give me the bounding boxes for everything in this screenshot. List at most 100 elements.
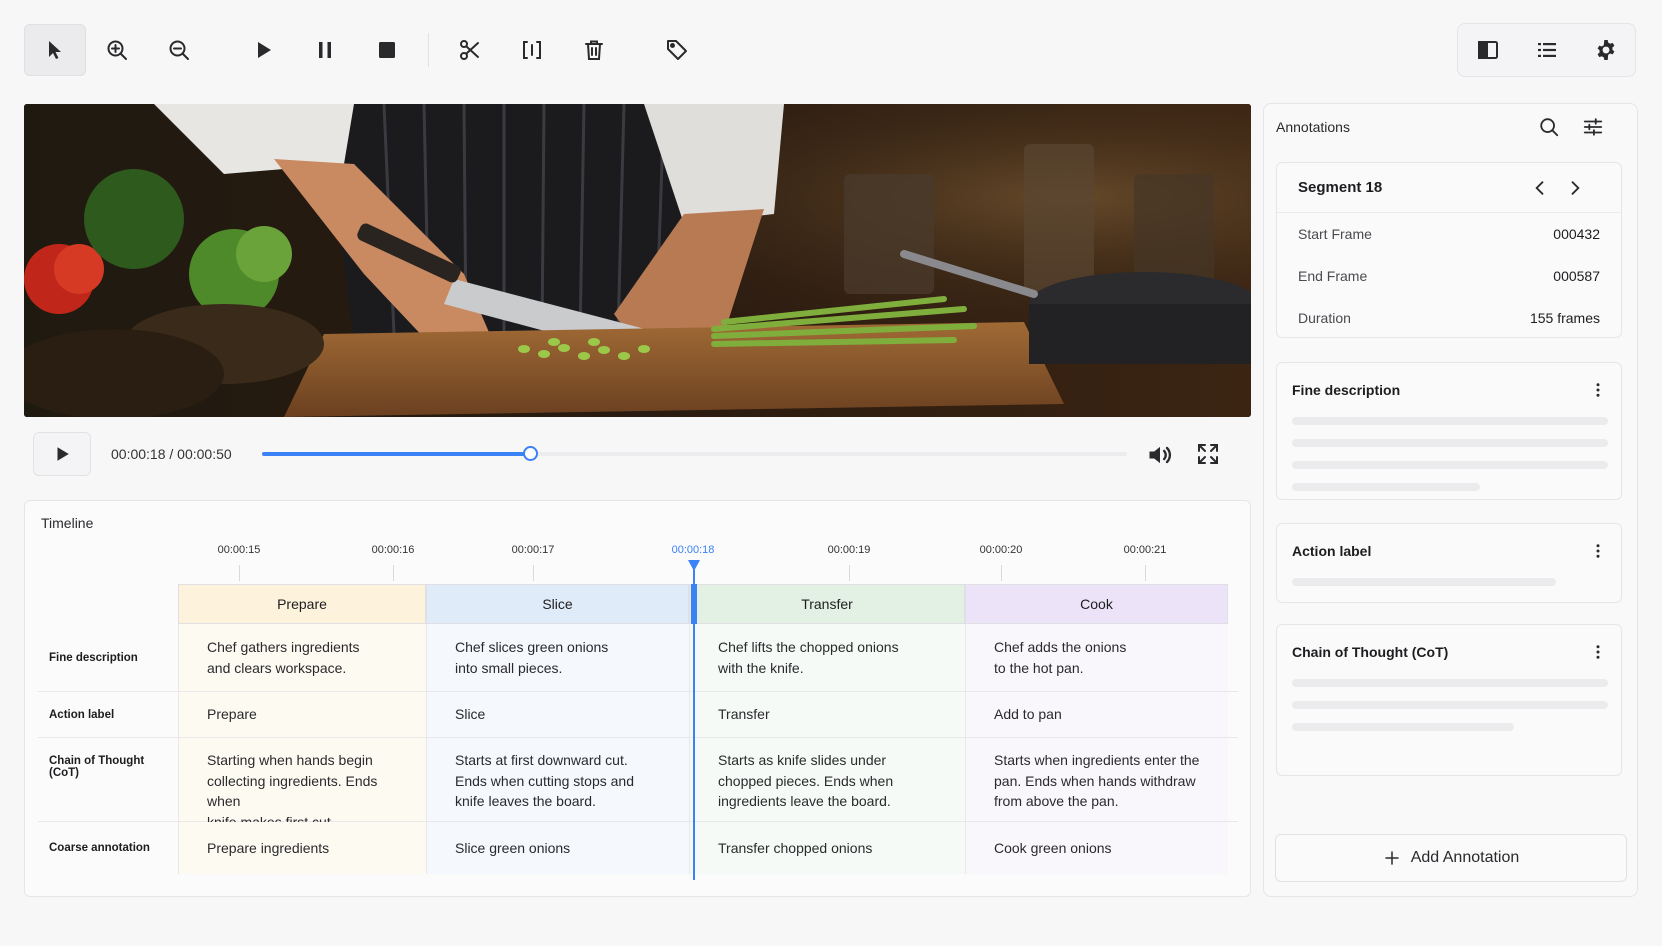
fine-description-card[interactable]: Fine description	[1276, 362, 1622, 500]
annotation-cell[interactable]: Cook green onions	[965, 822, 1228, 874]
annotation-row: Coarse annotation Prepare ingredients Slic…	[38, 822, 1238, 874]
field-value: 000432	[1553, 226, 1600, 242]
annotations-title: Annotations	[1276, 119, 1350, 135]
chevron-right-icon[interactable]	[1565, 178, 1585, 198]
annotation-cell[interactable]: Transfer	[689, 692, 965, 737]
play-button[interactable]	[33, 432, 91, 476]
annotation-cell[interactable]: Slice	[426, 692, 689, 737]
segment-block-cook[interactable]: Cook	[965, 584, 1228, 624]
annotation-row: Fine description Chef gathers ingredients…	[38, 624, 1238, 692]
filter-sliders-icon[interactable]	[1582, 116, 1604, 138]
toggle-panel-button[interactable]	[1462, 24, 1514, 76]
annotation-cell[interactable]: Starting when hands begin collecting ing…	[178, 738, 426, 830]
timeline-panel: Timeline 00:00:15 00:00:16 00:00:17 00:00:1…	[24, 500, 1251, 897]
zoom-in-button[interactable]	[86, 24, 148, 76]
fullscreen-icon[interactable]	[1196, 442, 1220, 466]
panel-layout-icon	[1477, 41, 1498, 59]
end-frame-row: End Frame 000587	[1277, 255, 1621, 297]
segment-track: Prepare Slice Transfer Cook	[178, 584, 1228, 624]
playhead-segment-marker	[691, 584, 697, 624]
time-display: 00:00:18 / 00:00:50	[111, 446, 232, 462]
select-tool-button[interactable]	[24, 24, 86, 76]
segment-block-slice[interactable]: Slice	[426, 584, 689, 624]
delete-tool-button[interactable]	[563, 24, 625, 76]
playhead-marker[interactable]	[688, 560, 700, 571]
add-annotation-button[interactable]: Add Annotation	[1275, 834, 1627, 882]
tag-icon	[667, 40, 687, 60]
toolbar-divider	[428, 33, 429, 67]
row-label: Action label	[49, 708, 115, 721]
field-key: Duration	[1298, 310, 1351, 326]
time-ruler[interactable]: 00:00:15 00:00:16 00:00:17 00:00:18 00:00:19…	[25, 541, 1250, 581]
action-label-card[interactable]: Action label	[1276, 523, 1622, 603]
more-vertical-icon[interactable]	[1589, 542, 1607, 560]
annotation-cell[interactable]: Chef gathers ingredients and clears work…	[178, 624, 426, 691]
volume-icon[interactable]	[1146, 441, 1174, 469]
segment-header: Segment 18	[1277, 163, 1621, 213]
row-label: Chain of Thought (CoT)	[49, 755, 145, 779]
row-label: Fine description	[49, 651, 138, 664]
annotation-cell[interactable]: Chef lifts the chopped onions with the k…	[689, 624, 965, 691]
video-frame[interactable]	[24, 104, 1251, 417]
annotation-row: Chain of Thought (CoT) Starting when hand…	[38, 738, 1238, 830]
tick-label: 00:00:16	[371, 544, 415, 556]
annotation-cell[interactable]: Transfer chopped onions	[689, 822, 965, 874]
more-vertical-icon[interactable]	[1589, 643, 1607, 661]
card-header: Action label	[1277, 524, 1621, 578]
field-value: 000587	[1553, 268, 1600, 284]
split-bracket-icon	[523, 41, 541, 59]
play-icon	[258, 42, 271, 58]
search-icon[interactable]	[1538, 116, 1560, 138]
cot-card[interactable]: Chain of Thought (CoT)	[1276, 624, 1622, 776]
cut-tool-button[interactable]	[439, 24, 501, 76]
tick-line	[1145, 565, 1146, 581]
annotation-cell[interactable]: Starts as knife slides under chopped pie…	[689, 738, 965, 821]
add-annotation-label: Add Annotation	[1410, 849, 1520, 866]
settings-button[interactable]	[1580, 24, 1632, 76]
skeleton-line	[1292, 701, 1608, 709]
chevron-left-icon[interactable]	[1530, 178, 1550, 198]
seek-bar[interactable]	[262, 446, 1127, 461]
segment-block-prepare[interactable]: Prepare	[178, 584, 426, 624]
tick-line	[849, 565, 850, 581]
tick-line	[533, 565, 534, 581]
annotations-panel: Annotations Segment 18 Start Frame 000432…	[1263, 103, 1638, 897]
plus-icon	[1384, 851, 1399, 865]
pause-tool-button[interactable]	[294, 24, 356, 76]
segment-block-transfer[interactable]: Transfer	[689, 584, 965, 624]
tick-line	[1001, 565, 1002, 581]
card-title: Chain of Thought (CoT)	[1292, 644, 1449, 660]
tick-label: 00:00:19	[827, 544, 871, 556]
annotation-cell[interactable]: Slice green onions	[426, 822, 689, 874]
more-vertical-icon[interactable]	[1589, 381, 1607, 399]
annotation-cell[interactable]: Chef adds the onions to the hot pan.	[965, 624, 1228, 691]
play-tool-button[interactable]	[232, 24, 294, 76]
tick-label: 00:00:18	[671, 544, 715, 556]
seek-handle[interactable]	[523, 446, 539, 461]
annotation-cell[interactable]: Starts at first downward cut. Ends when …	[426, 738, 689, 821]
trash-icon	[585, 40, 603, 60]
annotation-cell[interactable]: Add to pan	[965, 692, 1228, 737]
stop-tool-button[interactable]	[356, 24, 418, 76]
annotation-cell[interactable]: Prepare	[178, 692, 426, 737]
zoom-out-button[interactable]	[148, 24, 210, 76]
annotations-header: Annotations	[1276, 104, 1615, 150]
skeleton-line	[1292, 439, 1608, 447]
card-header: Fine description	[1277, 363, 1621, 417]
annotation-cell[interactable]: Prepare ingredients	[178, 822, 426, 874]
field-key: Start Frame	[1298, 226, 1372, 242]
video-still-image	[24, 104, 1251, 417]
annotation-row: Action label Prepare Slice Transfer Add to p…	[38, 692, 1238, 738]
scissors-icon	[460, 40, 479, 60]
skeleton-line	[1292, 461, 1608, 469]
list-view-button[interactable]	[1521, 24, 1573, 76]
player-controls: 00:00:18 / 00:00:50	[24, 427, 1251, 481]
tick-label: 00:00:17	[511, 544, 555, 556]
toolbar	[24, 23, 708, 77]
split-tool-button[interactable]	[501, 24, 563, 76]
annotation-cell[interactable]: Chef slices green onions into small piec…	[426, 624, 689, 691]
segment-details-card: Segment 18 Start Frame 000432 End Frame 00…	[1276, 162, 1622, 338]
annotation-cell[interactable]: Starts when ingredients enter the pan. E…	[965, 738, 1228, 821]
tag-tool-button[interactable]	[646, 24, 708, 76]
duration-row: Duration 155 frames	[1277, 297, 1621, 339]
